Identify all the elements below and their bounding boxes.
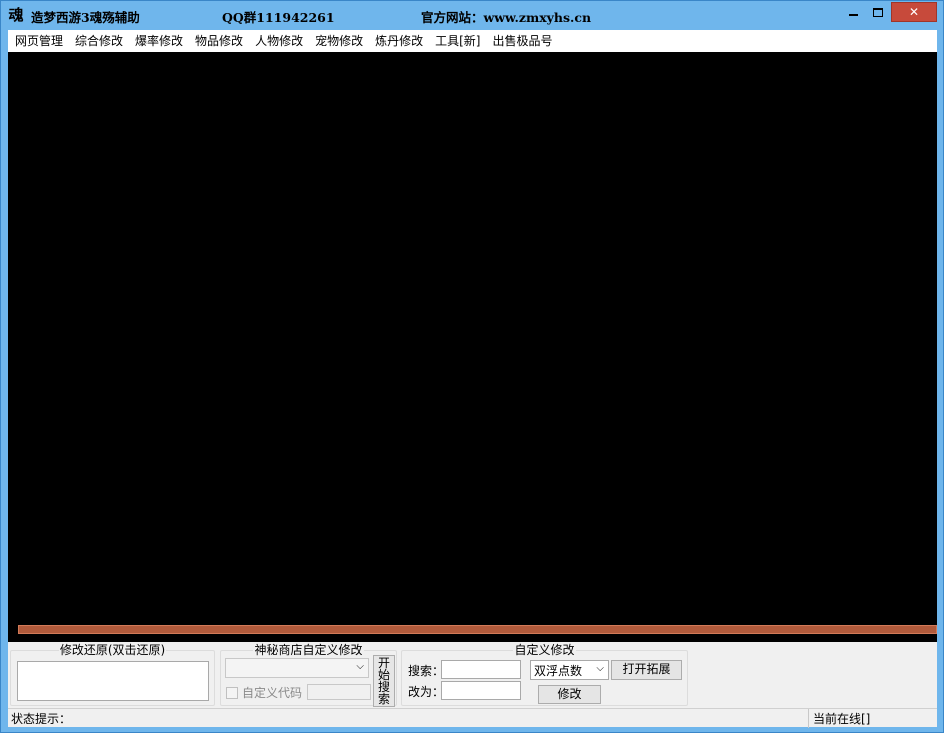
shop-item-select[interactable]: ⌵ <box>225 658 369 678</box>
menu-item-drop-rate[interactable]: 爆率修改 <box>129 30 189 52</box>
menu-item-sell-accounts[interactable]: 出售极品号 <box>486 30 558 52</box>
custom-code-input[interactable] <box>307 684 371 700</box>
close-icon: ✕ <box>908 5 920 19</box>
menu-item-alchemy[interactable]: 炼丹修改 <box>369 30 429 52</box>
change-to-input[interactable] <box>441 681 521 700</box>
game-view[interactable] <box>8 52 937 642</box>
restore-group-title: 修改还原(双击还原) <box>58 643 167 657</box>
minimize-button[interactable] <box>841 2 865 22</box>
custom-code-checkbox[interactable] <box>226 686 238 699</box>
menu-item-tools[interactable]: 工具[新] <box>429 30 486 52</box>
menu-item-general-edit[interactable]: 综合修改 <box>69 30 129 52</box>
website-text: 官方网站：www.zmxyhs.cn <box>421 10 592 25</box>
title-bar[interactable]: 魂 造梦西游3魂殇辅助 QQ群111942261 官方网站：www.zmxyhs… <box>1 1 943 29</box>
shop-group-title: 神秘商店自定义修改 <box>253 643 364 657</box>
restore-group: 修改还原(双击还原) <box>10 643 215 706</box>
start-search-button[interactable]: 开 始 搜 索 <box>373 655 395 707</box>
custom-code-checkbox-row[interactable]: 自定义代码 <box>226 684 302 701</box>
chevron-down-icon: ⌵ <box>356 661 364 672</box>
menu-bar: 网页管理 综合修改 爆率修改 物品修改 人物修改 宠物修改 炼丹修改 工具[新]… <box>8 30 937 52</box>
qq-group-text: QQ群111942261 <box>222 10 335 25</box>
maximize-button[interactable] <box>865 2 891 22</box>
search-value-input[interactable] <box>441 660 521 679</box>
value-type-select-value: 双浮点数 <box>534 663 583 678</box>
search-label: 搜索： <box>408 664 445 678</box>
custom-edit-group-title: 自定义修改 <box>513 643 576 657</box>
value-type-select[interactable]: 双浮点数 ⌵ <box>530 660 609 680</box>
menu-item-character[interactable]: 人物修改 <box>249 30 309 52</box>
custom-code-label: 自定义代码 <box>242 686 303 700</box>
shop-group: 神秘商店自定义修改 ⌵ 开 始 搜 索 自定义代码 <box>220 643 397 707</box>
app-icon: 魂 <box>8 6 24 24</box>
start-search-char: 索 <box>377 692 390 706</box>
menu-item-web-manage[interactable]: 网页管理 <box>8 30 69 52</box>
loading-progress-bar <box>18 625 937 634</box>
chevron-down-icon: ⌵ <box>596 663 604 674</box>
modify-button[interactable]: 修改 <box>538 685 601 704</box>
window-title: 造梦西游3魂殇辅助 <box>31 10 140 25</box>
control-panel: 修改还原(双击还原) 神秘商店自定义修改 ⌵ 开 始 搜 索 自定义代码 自定义… <box>8 642 937 708</box>
main-window: 魂 造梦西游3魂殇辅助 QQ群111942261 官方网站：www.zmxyhs… <box>0 0 944 733</box>
online-count-label: 当前在线[] <box>813 712 871 726</box>
menu-item-pets[interactable]: 宠物修改 <box>309 30 369 52</box>
status-hint-label: 状态提示： <box>11 712 72 726</box>
maximize-icon <box>873 7 883 17</box>
status-divider <box>808 709 809 728</box>
change-to-label: 改为： <box>408 685 445 699</box>
minimize-icon <box>848 14 858 16</box>
restore-list[interactable] <box>17 661 209 701</box>
close-button[interactable]: ✕ <box>891 2 937 22</box>
menu-item-items[interactable]: 物品修改 <box>189 30 249 52</box>
custom-edit-group: 自定义修改 搜索： 改为： 双浮点数 ⌵ 打开拓展 修改 <box>401 643 688 706</box>
open-extension-button[interactable]: 打开拓展 <box>611 660 682 680</box>
status-bar: 状态提示： 当前在线[] <box>8 708 937 728</box>
